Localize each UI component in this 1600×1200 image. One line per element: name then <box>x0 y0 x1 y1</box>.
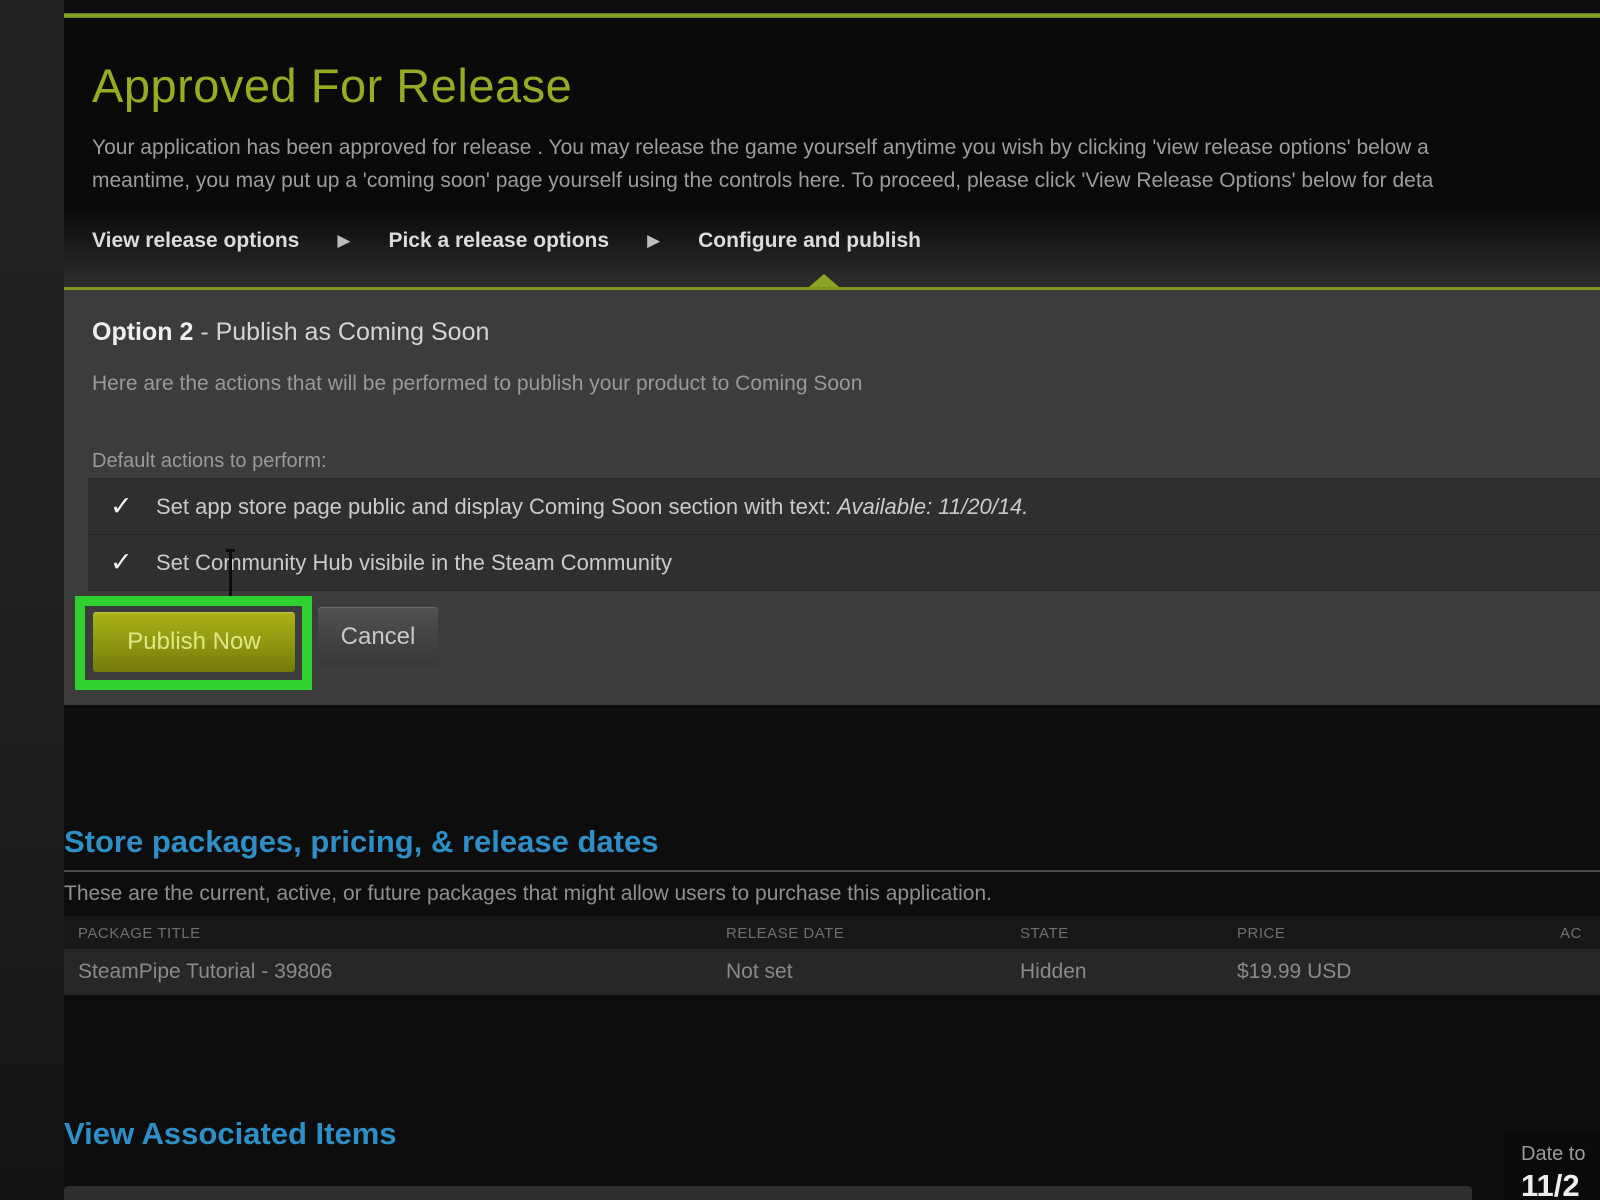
default-actions-label: Default actions to perform: <box>92 450 327 473</box>
column-state: STATE <box>1020 925 1069 942</box>
option-subtitle: Here are the actions that will be perfor… <box>92 372 862 396</box>
breadcrumb: View release options ▶ Pick a release op… <box>92 229 921 253</box>
step-configure-and-publish[interactable]: Configure and publish <box>698 229 921 253</box>
header-description-line2: meantime, you may put up a 'coming soon'… <box>92 169 1600 193</box>
column-price: PRICE <box>1237 925 1285 942</box>
action-row: ✓ Set Community Hub visibile in the Stea… <box>88 534 1600 591</box>
option-title-bold: Option 2 <box>92 318 193 346</box>
store-packages-description: These are the current, active, or future… <box>64 882 992 906</box>
action-text-main: Set app store page public and display Co… <box>156 494 837 519</box>
checkmark-icon: ✓ <box>110 491 136 522</box>
step-pick-a-release-options[interactable]: Pick a release options <box>388 229 609 253</box>
active-step-pointer-icon <box>809 274 839 287</box>
column-actions-truncated: AC <box>1560 925 1582 942</box>
action-row: ✓ Set app store page public and display … <box>88 478 1600 534</box>
action-text: Set app store page public and display Co… <box>156 494 1028 520</box>
step-view-release-options[interactable]: View release options <box>92 229 299 253</box>
option-title-rest: - Publish as Coming Soon <box>193 318 489 346</box>
packages-table-header: PACKAGE TITLE RELEASE DATE STATE PRICE A… <box>64 916 1600 949</box>
page-title: Approved For Release <box>92 58 572 113</box>
option-title: Option 2 - Publish as Coming Soon <box>92 318 489 347</box>
action-text-main: Set Community Hub visibile in the Steam … <box>156 550 672 575</box>
cell-price: $19.99 USD <box>1237 960 1351 984</box>
date-tooltip-label: Date to <box>1521 1143 1585 1166</box>
view-associated-items-heading[interactable]: View Associated Items <box>64 1116 397 1152</box>
associated-items-bar <box>64 1186 1472 1200</box>
date-tooltip: Date to 11/2 <box>1503 1132 1600 1200</box>
date-tooltip-value: 11/2 <box>1521 1168 1580 1200</box>
cancel-button[interactable]: Cancel <box>318 607 438 666</box>
page-left-gutter <box>0 0 64 1200</box>
checkmark-icon: ✓ <box>110 547 136 578</box>
cell-package-title: SteamPipe Tutorial - 39806 <box>78 960 332 984</box>
action-text-italic: Available: 11/20/14. <box>837 494 1028 519</box>
column-release-date: RELEASE DATE <box>726 925 844 942</box>
column-package-title: PACKAGE TITLE <box>78 925 201 942</box>
section-divider <box>64 870 1600 872</box>
annotation-highlight-box <box>75 596 312 690</box>
header-description-line1: Your application has been approved for r… <box>92 136 1600 160</box>
cell-release-date: Not set <box>726 960 793 984</box>
cell-state: Hidden <box>1020 960 1087 984</box>
arrow-right-icon: ▶ <box>647 231 660 251</box>
action-text: Set Community Hub visibile in the Steam … <box>156 550 672 576</box>
store-packages-heading[interactable]: Store packages, pricing, & release dates <box>64 824 658 860</box>
text-cursor <box>229 551 232 597</box>
arrow-right-icon: ▶ <box>337 231 350 251</box>
table-row: SteamPipe Tutorial - 39806 Not set Hidde… <box>64 949 1600 995</box>
